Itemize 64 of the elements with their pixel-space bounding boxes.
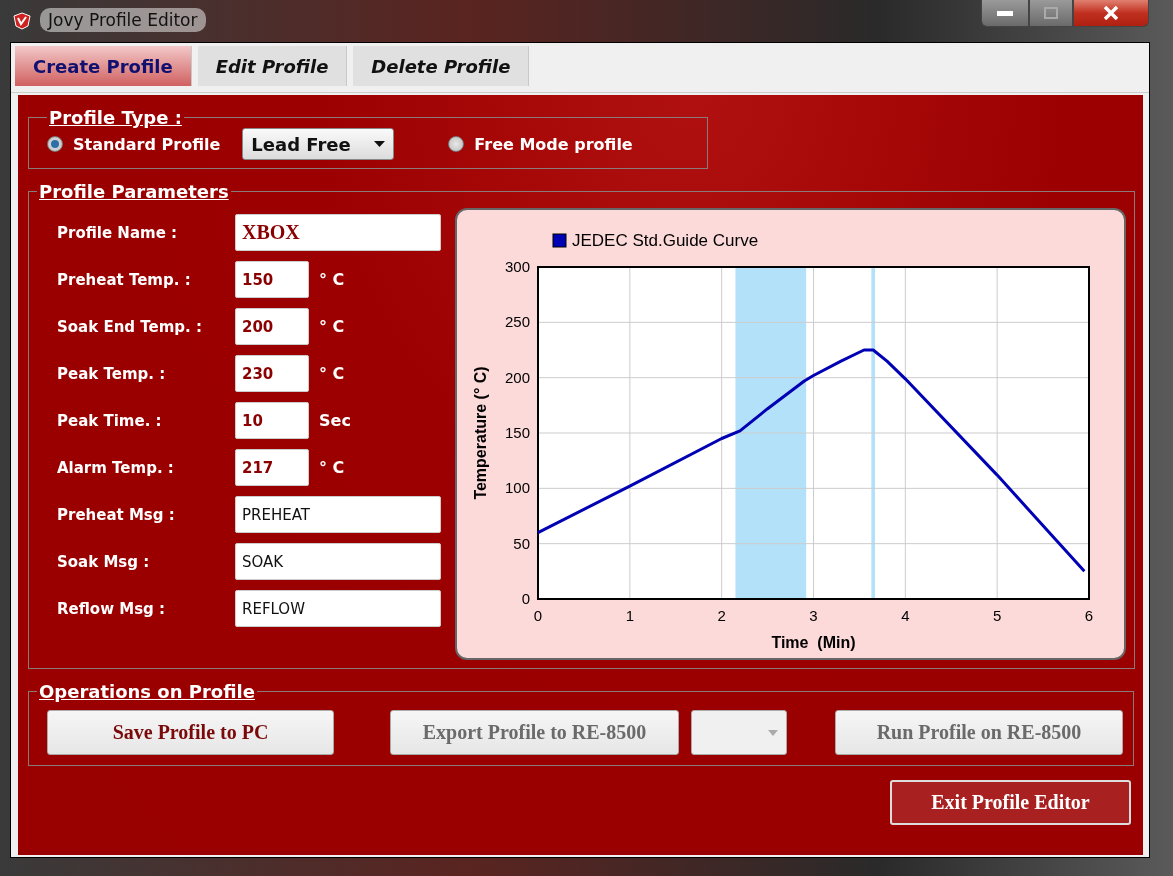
caret-icon bbox=[768, 729, 778, 736]
minimize-icon bbox=[997, 10, 1013, 16]
input-field[interactable]: XBOX bbox=[235, 214, 441, 251]
axis-tick-label: 150 bbox=[504, 424, 530, 441]
input-field[interactable]: PREHEAT bbox=[235, 496, 441, 533]
unit-label: ° C bbox=[319, 270, 345, 289]
radio-label: Standard Profile bbox=[73, 134, 221, 154]
input-field[interactable]: 217 bbox=[235, 449, 309, 486]
axis-tick-label: 200 bbox=[504, 368, 530, 386]
x-axis-title: Time (Min) bbox=[771, 634, 856, 651]
unit-label: ° C bbox=[319, 317, 345, 336]
input-field[interactable]: 200 bbox=[235, 308, 309, 345]
field-label: Reflow Msg : bbox=[57, 599, 167, 618]
axis-tick-label: 3 bbox=[809, 607, 818, 624]
exit-button[interactable]: Exit Profile Editor bbox=[890, 780, 1131, 825]
axis-tick-label: 50 bbox=[513, 534, 530, 552]
caret-icon bbox=[374, 141, 386, 147]
axis-tick-label: 0 bbox=[521, 590, 530, 607]
action-button[interactable]: Save Profile to PC bbox=[47, 710, 334, 755]
unit-label: ° C bbox=[319, 364, 345, 383]
field-label: Peak Time. : bbox=[57, 411, 163, 430]
axis-tick-label: 4 bbox=[901, 607, 910, 624]
input-field[interactable]: 230 bbox=[235, 355, 309, 392]
legend-swatch bbox=[552, 233, 567, 248]
maximize-icon bbox=[1044, 7, 1058, 19]
axis-tick-label: 1 bbox=[625, 607, 634, 624]
y-axis-title: Temperature (° C) bbox=[472, 366, 489, 500]
group-title: Operations on Profile bbox=[38, 681, 256, 702]
field-label: Soak Msg : bbox=[57, 552, 151, 571]
field-label: Preheat Temp. : bbox=[57, 270, 192, 289]
radio-button[interactable] bbox=[47, 136, 63, 152]
input-field[interactable]: SOAK bbox=[235, 543, 441, 580]
axis-tick-label: 0 bbox=[533, 607, 543, 624]
axis-tick-label: 250 bbox=[504, 313, 530, 331]
minimize-button[interactable] bbox=[981, 0, 1029, 27]
input-field[interactable]: 10 bbox=[235, 402, 309, 439]
field-label: Peak Temp. : bbox=[57, 364, 167, 383]
field-label: Alarm Temp. : bbox=[57, 458, 175, 477]
input-field[interactable]: REFLOW bbox=[235, 590, 441, 627]
axis-tick-label: 300 bbox=[504, 258, 530, 275]
axis-tick-label: 6 bbox=[1084, 607, 1094, 624]
app-logo-icon bbox=[12, 12, 32, 30]
axis-tick-label: 2 bbox=[717, 607, 726, 624]
field-label: Soak End Temp. : bbox=[57, 317, 203, 336]
field-label: Profile Name : bbox=[57, 223, 179, 242]
field-label: Preheat Msg : bbox=[57, 505, 176, 524]
input-field[interactable]: 150 bbox=[235, 261, 309, 298]
axis-tick-label: 100 bbox=[504, 479, 530, 497]
unit-label: Sec bbox=[319, 411, 351, 430]
radio-button[interactable] bbox=[448, 136, 465, 152]
window-title: Jovy Profile Editor bbox=[40, 8, 206, 32]
close-icon bbox=[1103, 6, 1119, 20]
dropdown[interactable]: Lead Free bbox=[242, 128, 395, 160]
tab[interactable]: Create Profile bbox=[15, 46, 192, 86]
axis-tick-label: 5 bbox=[993, 607, 1002, 624]
group-title: Profile Parameters bbox=[38, 181, 230, 202]
close-button[interactable] bbox=[1073, 0, 1149, 27]
group-title: Profile Type : bbox=[48, 107, 183, 128]
legend-label: JEDEC Std.Guide Curve bbox=[572, 231, 759, 250]
radio-label: Free Mode profile bbox=[474, 134, 633, 154]
maximize-button[interactable] bbox=[1029, 0, 1073, 27]
tab[interactable]: Delete Profile bbox=[353, 46, 530, 86]
unit-label: ° C bbox=[319, 458, 345, 477]
tab[interactable]: Edit Profile bbox=[197, 46, 348, 86]
